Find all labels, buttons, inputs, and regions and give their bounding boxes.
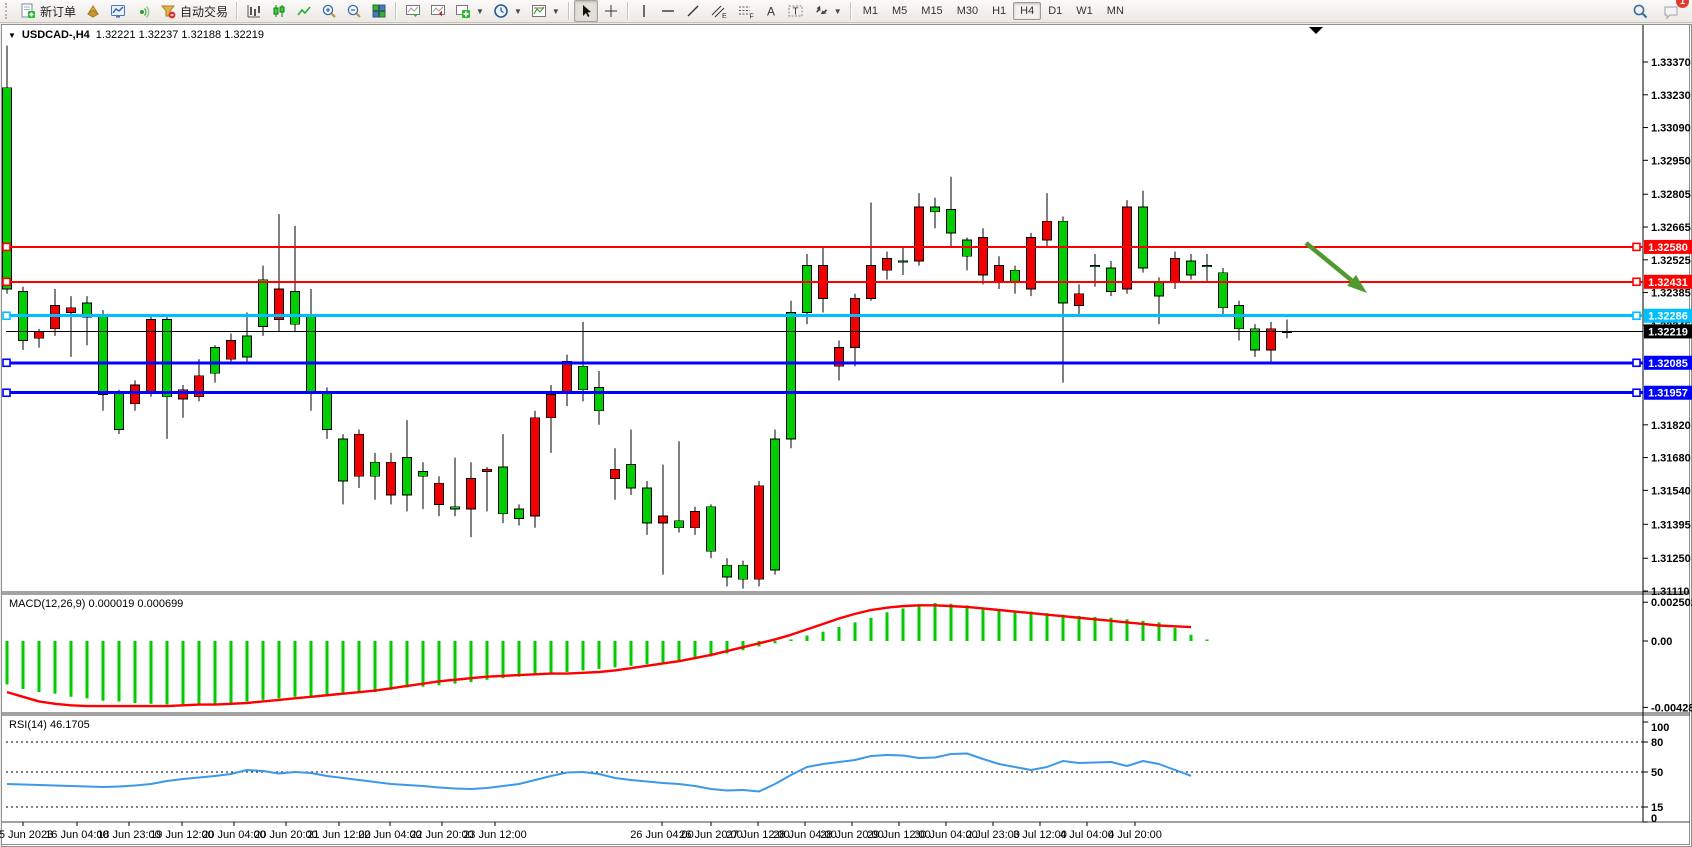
text-tool-button[interactable]: A <box>760 0 782 22</box>
horizontal-line-icon <box>660 3 676 19</box>
rsi-name: RSI(14) <box>9 719 47 731</box>
timeframe-d1-button[interactable]: D1 <box>1041 2 1069 20</box>
chart-window[interactable] <box>1 24 1692 847</box>
dropdown-caret: ▼ <box>514 7 522 16</box>
rsi-indicator-label: RSI(14) 46.1705 <box>9 719 90 731</box>
toolbar-separator <box>568 2 570 20</box>
timeframe-m1-button[interactable]: M1 <box>856 2 885 20</box>
clock-icon <box>493 3 509 19</box>
line-chart-icon <box>296 3 312 19</box>
timeframe-m5-button[interactable]: M5 <box>885 2 914 20</box>
dropdown-caret: ▼ <box>476 7 484 16</box>
add-indicator-button[interactable]: ▼ <box>451 0 488 22</box>
vertical-line-tool-button[interactable] <box>633 0 655 22</box>
timeframe-m15-button[interactable]: M15 <box>914 2 949 20</box>
svg-text:F: F <box>749 14 753 20</box>
toolbar-grip[interactable] <box>5 3 12 19</box>
cursor-tool-button[interactable] <box>574 0 598 22</box>
symbol-period-label: USDCAD-,H4 <box>22 29 90 41</box>
chart-monitor-icon <box>110 3 126 19</box>
signal-waves-icon <box>135 3 151 19</box>
toolbar-separator <box>395 2 397 20</box>
toolbar-right-group: 1 <box>1628 0 1692 22</box>
chart-shift-icon <box>430 3 446 19</box>
zoom-out-icon <box>346 3 362 19</box>
zoom-out-button[interactable] <box>342 0 366 22</box>
line-chart-button[interactable] <box>292 0 316 22</box>
search-icon <box>1632 3 1649 20</box>
text-icon: A <box>764 3 778 19</box>
zoom-in-icon <box>321 3 337 19</box>
chart-window-button[interactable] <box>106 0 130 22</box>
timeframe-h1-button[interactable]: H1 <box>985 2 1013 20</box>
toolbar-separator <box>236 2 238 20</box>
horizontal-line-tool-button[interactable] <box>656 0 680 22</box>
toolbar-separator <box>627 2 629 20</box>
auto-scroll-icon <box>405 3 421 19</box>
rsi-value: 46.1705 <box>50 719 90 731</box>
vertical-line-icon <box>637 3 651 19</box>
auto-scroll-button[interactable] <box>401 0 425 22</box>
bar-chart-button[interactable] <box>242 0 266 22</box>
metatrader-window: { "toolbar": { "new_order_label": "新订单",… <box>0 0 1692 847</box>
ohlc-quote-label: 1.32221 1.32237 1.32188 1.32219 <box>96 29 264 41</box>
channel-tool-button[interactable]: E <box>706 0 732 22</box>
new-order-icon <box>20 3 36 19</box>
market-button[interactable] <box>81 0 105 22</box>
add-indicator-icon <box>455 3 471 19</box>
autotrading-label: 自动交易 <box>180 3 228 20</box>
signals-button[interactable] <box>131 0 155 22</box>
text-label-tool-button[interactable]: T <box>783 0 808 22</box>
trendline-icon <box>685 3 701 19</box>
timeframe-mn-button[interactable]: MN <box>1100 2 1131 20</box>
chart-shift-button[interactable] <box>426 0 450 22</box>
tile-windows-button[interactable] <box>367 0 391 22</box>
notification-badge: 1 <box>1676 0 1689 8</box>
search-button[interactable] <box>1628 0 1653 22</box>
fibonacci-icon: F <box>737 3 755 19</box>
macd-name: MACD(12,26,9) <box>9 598 85 610</box>
equidistant-channel-icon: E <box>710 3 728 19</box>
crosshair-tool-button[interactable] <box>599 0 623 22</box>
timeframe-h4-button[interactable]: H4 <box>1013 2 1041 20</box>
bar-chart-icon <box>246 3 262 19</box>
templates-button[interactable]: ▼ <box>527 0 564 22</box>
dropdown-caret: ▼ <box>552 7 560 16</box>
timeframe-bar: M1M5M15M30H1H4D1W1MN <box>856 3 1131 19</box>
svg-text:T: T <box>792 7 798 18</box>
candlestick-icon <box>271 3 287 19</box>
trendline-tool-button[interactable] <box>681 0 705 22</box>
timeframe-w1-button[interactable]: W1 <box>1069 2 1100 20</box>
arrows-shapes-icon <box>813 3 829 19</box>
svg-text:E: E <box>722 13 727 19</box>
cursor-icon <box>578 3 594 19</box>
main-toolbar: 新订单 自动交易 <box>0 0 1692 23</box>
fibonacci-tool-button[interactable]: F <box>733 0 759 22</box>
zoom-in-button[interactable] <box>317 0 341 22</box>
macd-indicator-label: MACD(12,26,9) 0.000019 0.000699 <box>9 598 183 610</box>
text-label-icon: T <box>787 3 804 19</box>
new-order-button[interactable]: 新订单 <box>16 0 80 22</box>
periods-button[interactable]: ▼ <box>489 0 526 22</box>
collapse-triangle-icon[interactable]: ▼ <box>8 31 16 40</box>
crosshair-icon <box>603 3 619 19</box>
candle-chart-button[interactable] <box>267 0 291 22</box>
new-order-label: 新订单 <box>40 3 76 20</box>
macd-values: 0.000019 0.000699 <box>88 598 183 610</box>
shapes-tool-button[interactable]: ▼ <box>809 0 846 22</box>
notifications-button[interactable]: 1 <box>1659 0 1684 22</box>
template-icon <box>531 3 547 19</box>
chart-title: ▼ USDCAD-,H4 1.32221 1.32237 1.32188 1.3… <box>8 29 264 41</box>
svg-text:A: A <box>767 5 775 19</box>
dropdown-caret: ▼ <box>834 7 842 16</box>
toolbar-separator <box>850 2 852 20</box>
gold-prism-icon <box>85 3 101 19</box>
tile-windows-icon <box>371 3 387 19</box>
timeframe-m30-button[interactable]: M30 <box>950 2 985 20</box>
autotrading-button[interactable]: 自动交易 <box>156 0 232 22</box>
autotrading-icon <box>160 3 176 19</box>
